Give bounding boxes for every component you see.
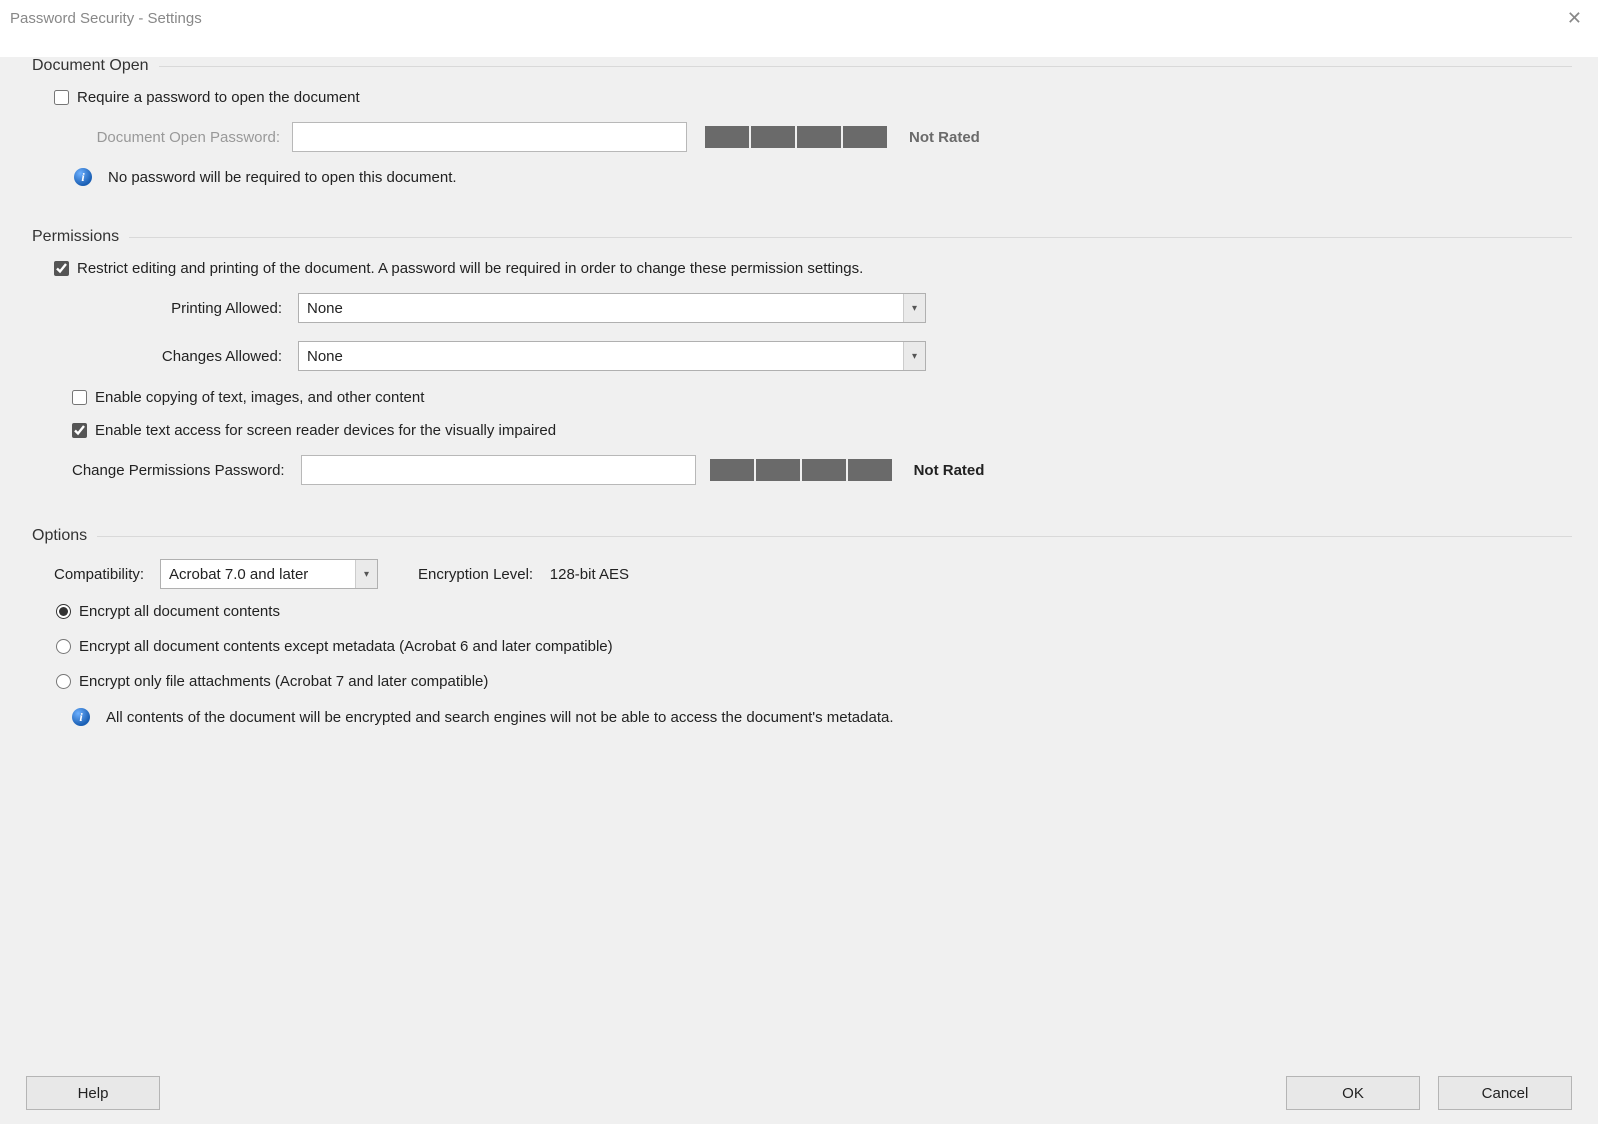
printing-allowed-select[interactable]: None ▾ (298, 293, 926, 323)
chevron-down-icon: ▾ (903, 294, 925, 322)
compatibility-label: Compatibility: (54, 566, 144, 583)
compatibility-value: Acrobat 7.0 and later (169, 566, 308, 583)
permissions-strength-text: Not Rated (914, 462, 985, 479)
group-permissions: Permissions Restrict editing and printin… (26, 228, 1572, 507)
options-info-text: All contents of the document will be enc… (106, 709, 894, 726)
encrypt-except-metadata-radio-input[interactable] (56, 639, 71, 654)
titlebar: Password Security - Settings ✕ (0, 0, 1598, 37)
change-permissions-password-label: Change Permissions Password: (72, 462, 285, 479)
encrypt-except-metadata-label: Encrypt all document contents except met… (79, 638, 613, 655)
group-document-open: Document Open Require a password to open… (26, 57, 1572, 208)
require-password-checkbox[interactable]: Require a password to open the document (54, 89, 360, 106)
strength-segment (802, 459, 846, 481)
strength-segment (843, 126, 887, 148)
doc-open-password-label: Document Open Password: (72, 129, 280, 146)
group-document-open-legend: Document Open (26, 57, 159, 75)
changes-allowed-value: None (307, 348, 343, 365)
changes-allowed-select[interactable]: None ▾ (298, 341, 926, 371)
require-password-checkbox-input[interactable] (54, 90, 69, 105)
group-permissions-legend: Permissions (26, 228, 129, 246)
window-title: Password Security - Settings (10, 10, 202, 27)
encrypt-attachments-label: Encrypt only file attachments (Acrobat 7… (79, 673, 488, 690)
doc-open-info-text: No password will be required to open thi… (108, 169, 457, 186)
enable-copy-checkbox[interactable]: Enable copying of text, images, and othe… (72, 389, 424, 406)
compatibility-select[interactable]: Acrobat 7.0 and later ▾ (160, 559, 378, 589)
require-password-label: Require a password to open the document (77, 89, 360, 106)
encrypt-attachments-radio[interactable]: Encrypt only file attachments (Acrobat 7… (56, 673, 1552, 690)
strength-segment (756, 459, 800, 481)
encryption-level-label: Encryption Level: (418, 566, 533, 583)
enable-access-checkbox[interactable]: Enable text access for screen reader dev… (72, 422, 556, 439)
enable-access-label: Enable text access for screen reader dev… (95, 422, 556, 439)
dialog-footer: Help OK Cancel (26, 1076, 1572, 1110)
enable-copy-label: Enable copying of text, images, and othe… (95, 389, 424, 406)
printing-allowed-label: Printing Allowed: (54, 300, 298, 317)
strength-segment (797, 126, 841, 148)
restrict-editing-checkbox[interactable]: Restrict editing and printing of the doc… (54, 260, 863, 277)
group-options-legend: Options (26, 527, 97, 545)
info-icon: i (72, 708, 90, 726)
info-icon: i (74, 168, 92, 186)
restrict-editing-label: Restrict editing and printing of the doc… (77, 260, 863, 277)
encrypt-all-radio[interactable]: Encrypt all document contents (56, 603, 1552, 620)
chevron-down-icon: ▾ (355, 560, 377, 588)
encrypt-all-radio-input[interactable] (56, 604, 71, 619)
group-options: Options Compatibility: Acrobat 7.0 and l… (26, 527, 1572, 748)
permissions-strength-meter (710, 459, 892, 481)
doc-open-password-input[interactable] (292, 122, 687, 152)
enable-copy-checkbox-input[interactable] (72, 390, 87, 405)
strength-segment (751, 126, 795, 148)
printing-allowed-value: None (307, 300, 343, 317)
encryption-level-value: 128-bit AES (550, 566, 629, 583)
dialog-content: Document Open Require a password to open… (0, 57, 1598, 1124)
strength-segment (848, 459, 892, 481)
cancel-button[interactable]: Cancel (1438, 1076, 1572, 1110)
encrypt-attachments-radio-input[interactable] (56, 674, 71, 689)
ok-button[interactable]: OK (1286, 1076, 1420, 1110)
change-permissions-password-input[interactable] (301, 455, 696, 485)
restrict-editing-checkbox-input[interactable] (54, 261, 69, 276)
help-button[interactable]: Help (26, 1076, 160, 1110)
strength-segment (705, 126, 749, 148)
doc-open-strength-meter (705, 126, 887, 148)
changes-allowed-label: Changes Allowed: (54, 348, 298, 365)
encrypt-all-label: Encrypt all document contents (79, 603, 280, 620)
doc-open-strength-text: Not Rated (909, 129, 980, 146)
enable-access-checkbox-input[interactable] (72, 423, 87, 438)
close-icon[interactable]: ✕ (1561, 8, 1588, 29)
chevron-down-icon: ▾ (903, 342, 925, 370)
strength-segment (710, 459, 754, 481)
encrypt-except-metadata-radio[interactable]: Encrypt all document contents except met… (56, 638, 1552, 655)
